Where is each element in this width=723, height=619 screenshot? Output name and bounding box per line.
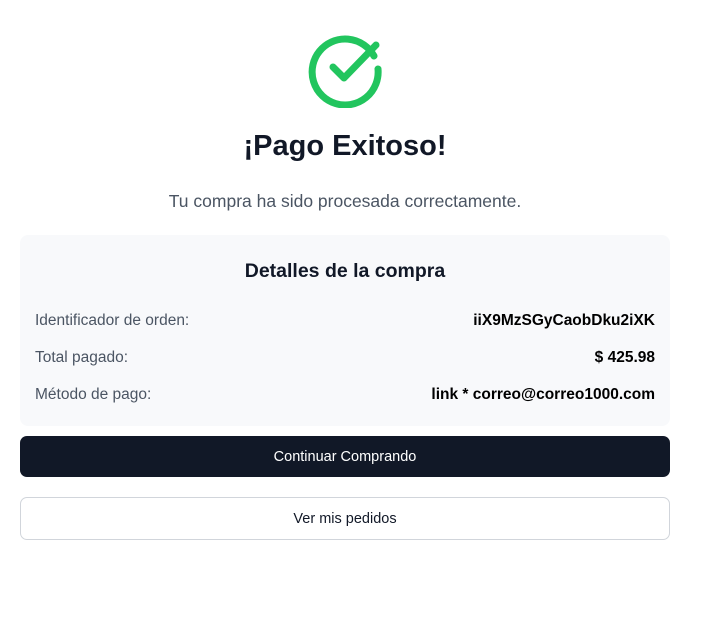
view-orders-button[interactable]: Ver mis pedidos	[20, 497, 670, 540]
details-list: Identificador de orden: iiX9MzSGyCaobDku…	[35, 302, 655, 413]
total-label: Total pagado:	[35, 348, 129, 366]
detail-row-payment-method: Método de pago: link * correo@correo1000…	[35, 376, 655, 413]
order-id-value: iiX9MzSGyCaobDku2iXK	[473, 311, 655, 329]
total-value: $ 425.98	[594, 348, 655, 366]
detail-row-total: Total pagado: $ 425.98	[35, 339, 655, 376]
success-message: Tu compra ha sido procesada correctament…	[168, 191, 522, 211]
continue-shopping-button[interactable]: Continuar Comprando	[20, 436, 670, 477]
payment-method-value: link * correo@correo1000.com	[431, 385, 655, 403]
order-id-label: Identificador de orden:	[35, 311, 190, 329]
payment-method-label: Método de pago:	[35, 385, 152, 403]
details-title: Detalles de la compra	[244, 260, 446, 282]
page-title: ¡Pago Exitoso!	[243, 130, 447, 162]
check-circle-icon	[306, 30, 384, 108]
order-details-panel: Detalles de la compra Identificador de o…	[20, 235, 670, 426]
detail-row-order-id: Identificador de orden: iiX9MzSGyCaobDku…	[35, 302, 655, 339]
payment-success-page: ¡Pago Exitoso! Tu compra ha sido procesa…	[0, 0, 723, 619]
